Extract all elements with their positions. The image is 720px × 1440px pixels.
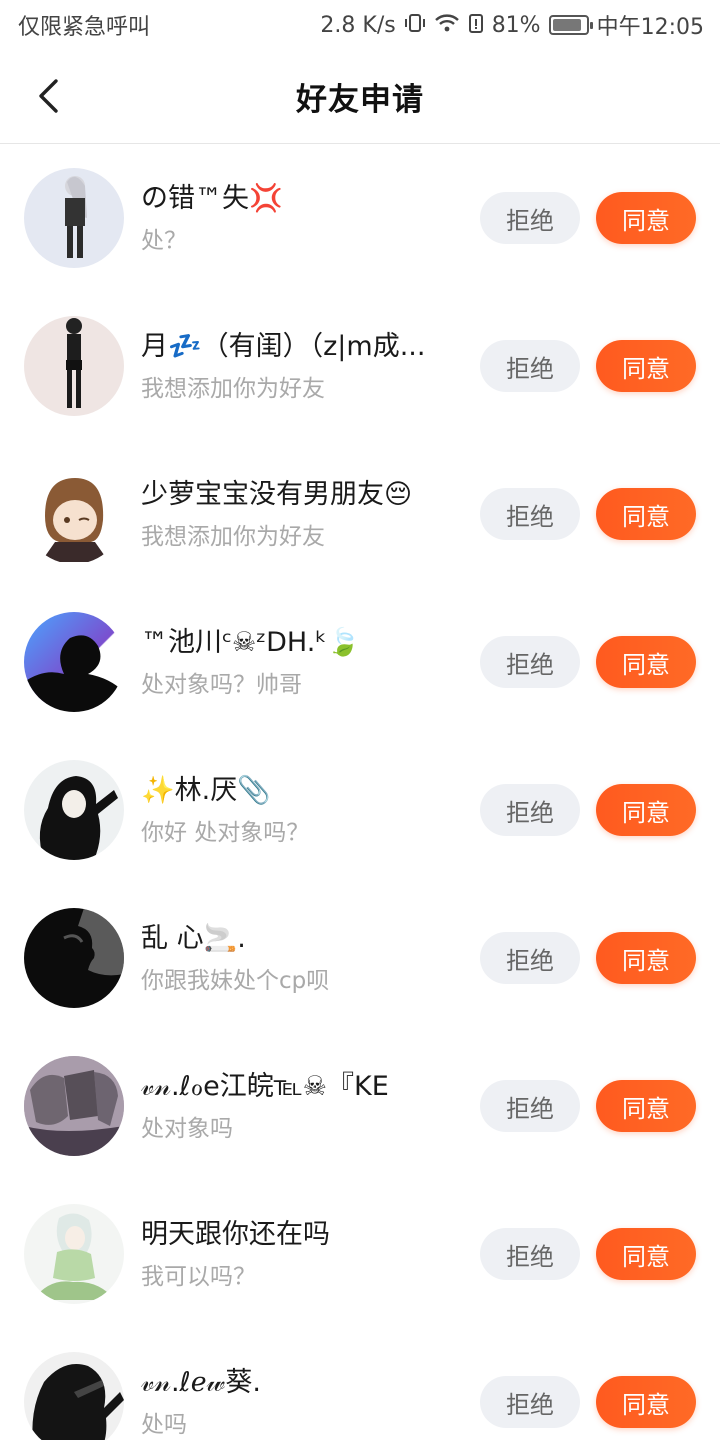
request-message: 处吗 (141, 1412, 187, 1438)
accept-button[interactable]: 同意 (596, 192, 696, 244)
requester-name: 𝓋𝓃.ℓℯ𝓌葵. (141, 1367, 261, 1398)
network-speed: 2.8 K/s (320, 12, 396, 38)
list-item: 𝓋𝓃.ℓℯ𝓌葵. 处吗 拒绝 同意 (0, 1328, 720, 1440)
requester-name: ™池川ᶜ☠ᶻDH.ᵏ🍃 (141, 627, 361, 658)
status-right: 2.8 K/s 81% 中午12:05 (320, 9, 704, 41)
list-item: 乱 心🚬. 你跟我妹处个cp呗 拒绝 同意 (0, 884, 720, 1032)
battery-percent: 81% (491, 12, 541, 38)
request-message: 我可以吗？ (141, 1264, 256, 1290)
avatar[interactable] (24, 1056, 124, 1156)
list-item: 明天跟你还在吗 我可以吗？ 拒绝 同意 (0, 1180, 720, 1328)
reject-button[interactable]: 拒绝 (480, 192, 580, 244)
reject-button[interactable]: 拒绝 (480, 488, 580, 540)
avatar[interactable] (24, 168, 124, 268)
accept-button[interactable]: 同意 (596, 784, 696, 836)
list-item: の错™失💢 处？ 拒绝 同意 (0, 144, 720, 292)
request-message: 我想添加你为好友 (141, 376, 325, 402)
list-item: 𝓋𝓃.ℓℴe江皖℡☠『KE 处对象吗 拒绝 同意 (0, 1032, 720, 1180)
requester-name: の错™失💢 (141, 183, 283, 214)
accept-button[interactable]: 同意 (596, 1080, 696, 1132)
list-item: ✨林.厌📎 你好 处对象吗？ 拒绝 同意 (0, 736, 720, 884)
request-message: 处对象吗 (141, 1116, 233, 1142)
accept-button[interactable]: 同意 (596, 1228, 696, 1280)
page-title: 好友申请 (296, 82, 424, 118)
requester-name: 𝓋𝓃.ℓℴe江皖℡☠『KE (141, 1071, 389, 1102)
friend-request-list: の错™失💢 处？ 拒绝 同意 月💤（有闺）（z|m成... 我想添加你为好友 拒… (0, 144, 720, 1440)
requester-name: 月💤（有闺）（z|m成... (141, 331, 426, 362)
accept-button[interactable]: 同意 (596, 340, 696, 392)
avatar[interactable] (24, 760, 124, 860)
requester-name: 少萝宝宝没有男朋友😔 (141, 479, 413, 510)
reject-button[interactable]: 拒绝 (480, 1080, 580, 1132)
avatar[interactable] (24, 316, 124, 416)
accept-button[interactable]: 同意 (596, 636, 696, 688)
request-message: 我想添加你为好友 (141, 524, 325, 550)
status-bar: 仅限紧急呼叫 2.8 K/s 81% 中午12:05 (0, 0, 720, 50)
reject-button[interactable]: 拒绝 (480, 1228, 580, 1280)
avatar[interactable] (24, 908, 124, 1008)
status-left-text: 仅限紧急呼叫 (18, 15, 151, 40)
request-message: 处对象吗？帅哥 (141, 672, 302, 698)
chevron-left-icon (39, 79, 58, 113)
request-message: 处？ (141, 228, 187, 254)
accept-button[interactable]: 同意 (596, 932, 696, 984)
reject-button[interactable]: 拒绝 (480, 636, 580, 688)
avatar[interactable] (24, 612, 124, 712)
requester-name: 乱 心🚬. (141, 923, 246, 954)
reject-button[interactable]: 拒绝 (480, 784, 580, 836)
reject-button[interactable]: 拒绝 (480, 932, 580, 984)
list-item: ™池川ᶜ☠ᶻDH.ᵏ🍃 处对象吗？帅哥 拒绝 同意 (0, 588, 720, 736)
avatar[interactable] (24, 1204, 124, 1304)
avatar[interactable] (24, 464, 124, 564)
requester-name: 明天跟你还在吗 (141, 1219, 330, 1250)
reject-button[interactable]: 拒绝 (480, 1376, 580, 1428)
battery-alert-icon (468, 12, 484, 39)
accept-button[interactable]: 同意 (596, 1376, 696, 1428)
wifi-icon (434, 13, 460, 38)
nav-bar: 好友申请 (0, 50, 720, 144)
battery-icon (548, 15, 593, 35)
clock: 中午12:05 (596, 15, 704, 40)
accept-button[interactable]: 同意 (596, 488, 696, 540)
request-message: 你好 处对象吗？ (141, 820, 310, 846)
request-message: 你跟我妹处个cp呗 (141, 968, 330, 994)
vibrate-icon (404, 12, 426, 39)
back-button[interactable] (28, 76, 68, 116)
reject-button[interactable]: 拒绝 (480, 340, 580, 392)
list-item: 少萝宝宝没有男朋友😔 我想添加你为好友 拒绝 同意 (0, 440, 720, 588)
avatar[interactable] (24, 1352, 124, 1440)
requester-name: ✨林.厌📎 (141, 775, 271, 806)
list-item: 月💤（有闺）（z|m成... 我想添加你为好友 拒绝 同意 (0, 292, 720, 440)
